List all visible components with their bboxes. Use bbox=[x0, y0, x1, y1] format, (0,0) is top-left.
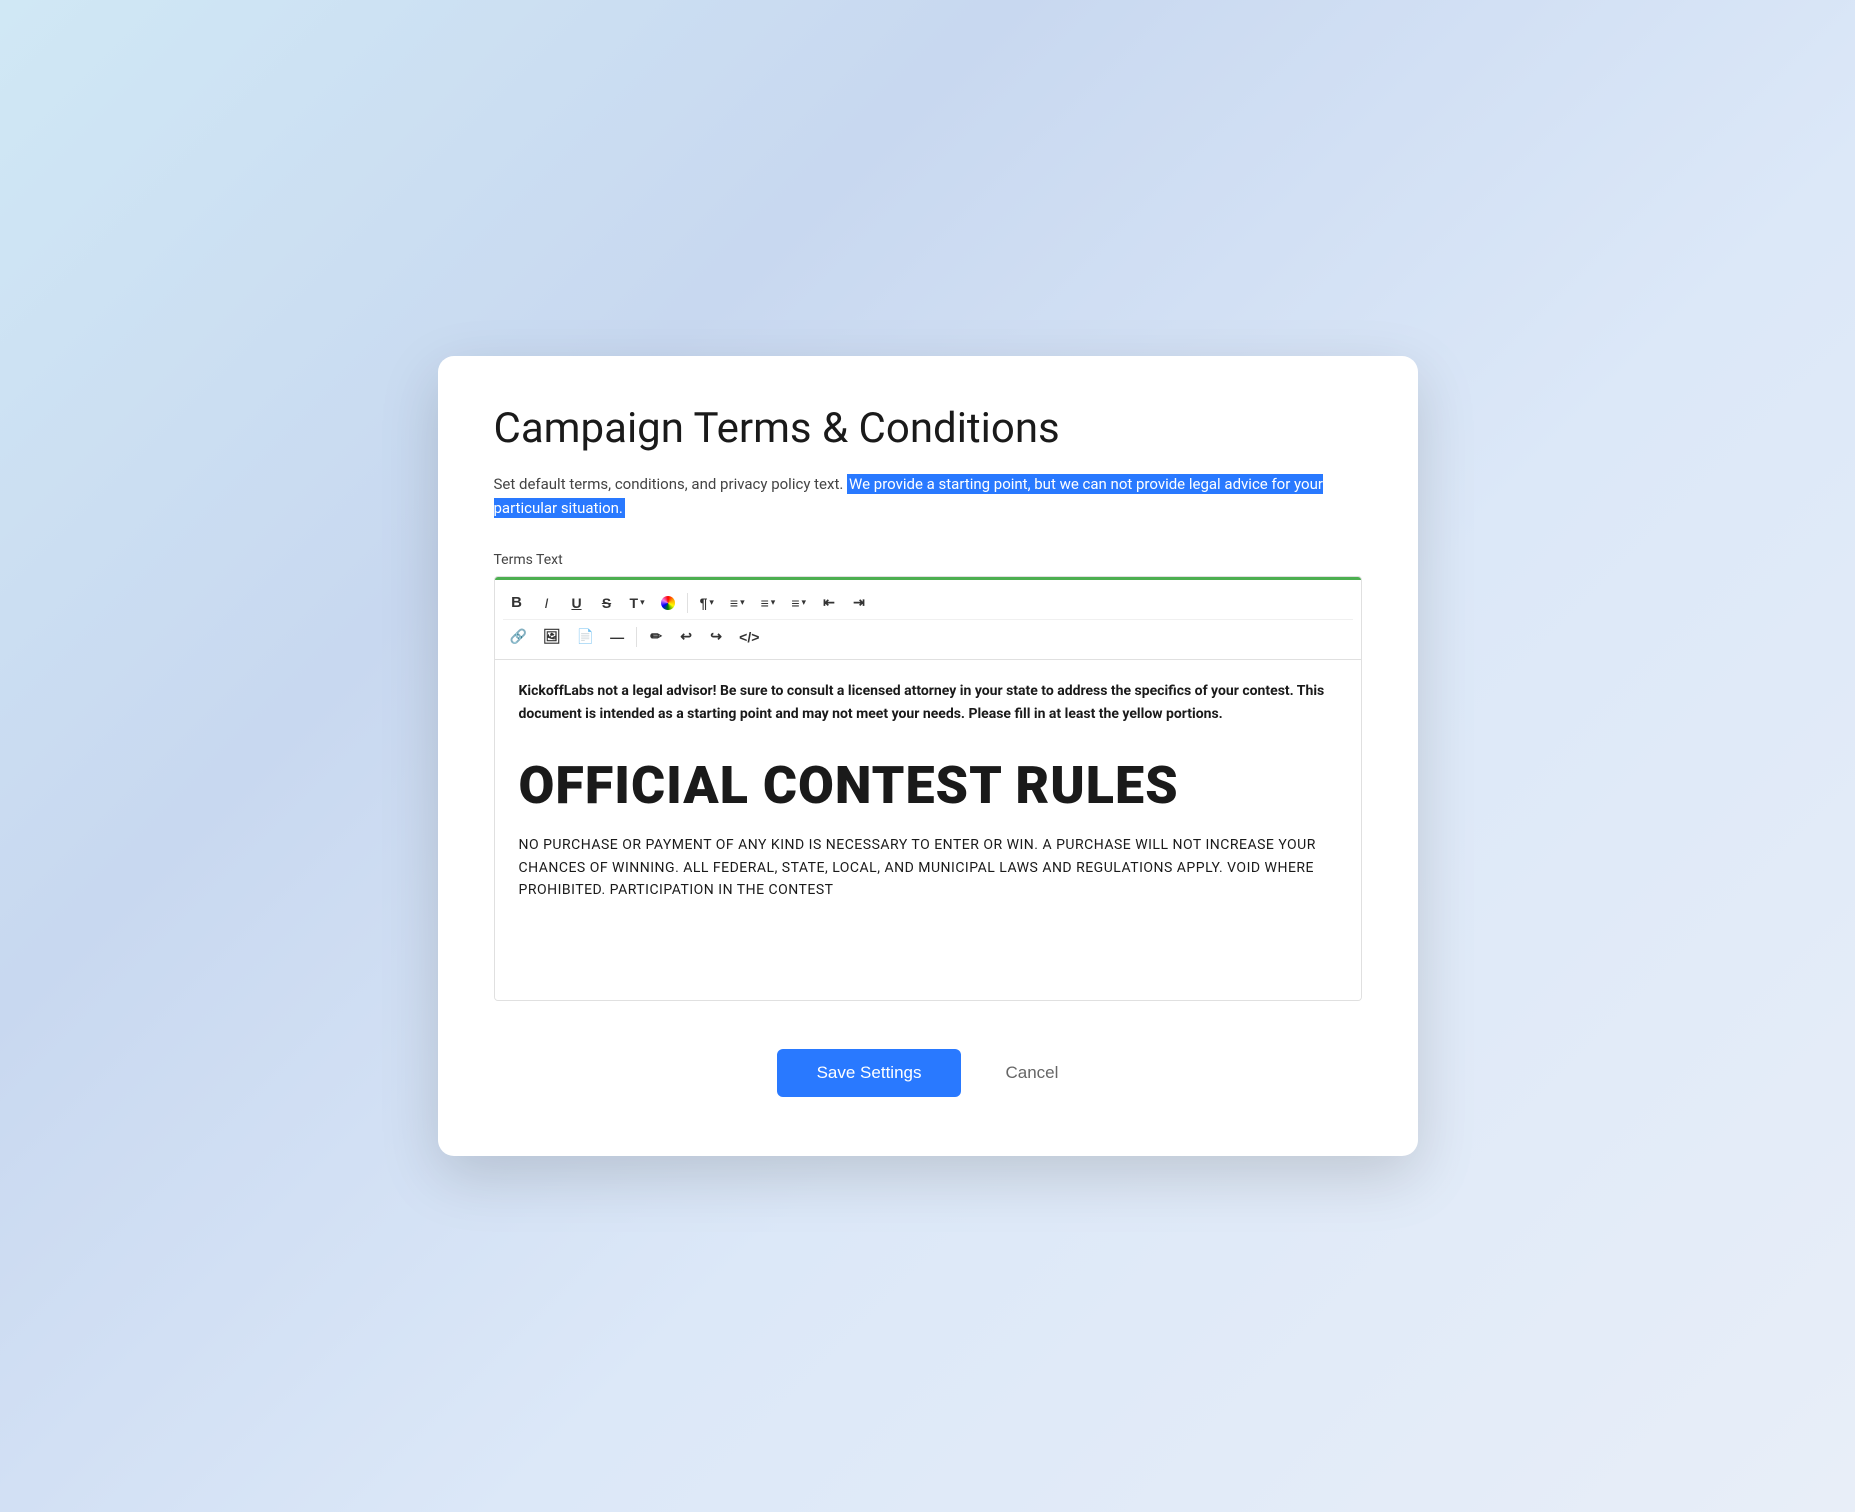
campaign-terms-modal: Campaign Terms & Conditions Set default … bbox=[438, 356, 1418, 1156]
editor-disclaimer-text: KickoffLabs not a legal advisor! Be sure… bbox=[519, 680, 1337, 725]
italic-button[interactable]: I bbox=[533, 591, 561, 615]
undo-button[interactable]: ↩ bbox=[672, 624, 700, 649]
editor-toolbar: B I U S T▾ ¶▾ ≡▾ ≡▾ ≡▾ ⇤ ⇥ 🔗 🖼 📄 bbox=[495, 580, 1361, 660]
contest-rules-body: NO PURCHASE OR PAYMENT OF ANY KIND IS NE… bbox=[519, 834, 1337, 901]
table-button[interactable]: 📄 bbox=[570, 624, 601, 649]
editor-content-area[interactable]: KickoffLabs not a legal advisor! Be sure… bbox=[495, 660, 1361, 1000]
align-button[interactable]: ≡▾ bbox=[723, 591, 752, 615]
toolbar-row-2: 🔗 🖼 📄 — ✏ ↩ ↪ </> bbox=[503, 620, 1353, 653]
modal-actions: Save Settings Cancel bbox=[494, 1049, 1362, 1097]
toolbar-row-1: B I U S T▾ ¶▾ ≡▾ ≡▾ ≡▾ ⇤ ⇥ bbox=[503, 586, 1353, 620]
underline-button[interactable]: U bbox=[563, 591, 591, 615]
indent-decrease-button[interactable]: ⇤ bbox=[815, 590, 843, 615]
unordered-list-button[interactable]: ≡▾ bbox=[784, 591, 813, 615]
redo-button[interactable]: ↪ bbox=[702, 624, 730, 649]
terms-text-label: Terms Text bbox=[494, 552, 1362, 568]
font-button[interactable]: T▾ bbox=[623, 591, 652, 615]
color-button[interactable] bbox=[654, 592, 682, 614]
color-icon bbox=[661, 596, 675, 610]
code-button[interactable]: </> bbox=[732, 625, 766, 649]
toolbar-separator-1 bbox=[687, 593, 688, 613]
strikethrough-button[interactable]: S bbox=[593, 591, 621, 615]
save-settings-button[interactable]: Save Settings bbox=[777, 1049, 962, 1097]
modal-description: Set default terms, conditions, and priva… bbox=[494, 472, 1362, 520]
bold-button[interactable]: B bbox=[503, 590, 531, 615]
indent-increase-button[interactable]: ⇥ bbox=[845, 590, 873, 615]
paragraph-button[interactable]: ¶▾ bbox=[693, 591, 721, 615]
image-button[interactable]: 🖼 bbox=[536, 624, 568, 649]
description-plain: Set default terms, conditions, and priva… bbox=[494, 475, 844, 493]
toolbar-separator-2 bbox=[636, 627, 637, 647]
modal-title: Campaign Terms & Conditions bbox=[494, 404, 1362, 454]
link-button[interactable]: 🔗 bbox=[503, 624, 534, 649]
rich-text-editor: B I U S T▾ ¶▾ ≡▾ ≡▾ ≡▾ ⇤ ⇥ 🔗 🖼 📄 bbox=[494, 576, 1362, 1001]
brush-button[interactable]: ✏ bbox=[642, 624, 670, 649]
ordered-list-button[interactable]: ≡▾ bbox=[754, 591, 783, 615]
divider-button[interactable]: — bbox=[603, 625, 631, 649]
contest-rules-title: OFFICIAL CONTEST RULES bbox=[519, 757, 1337, 814]
cancel-button[interactable]: Cancel bbox=[985, 1049, 1078, 1097]
